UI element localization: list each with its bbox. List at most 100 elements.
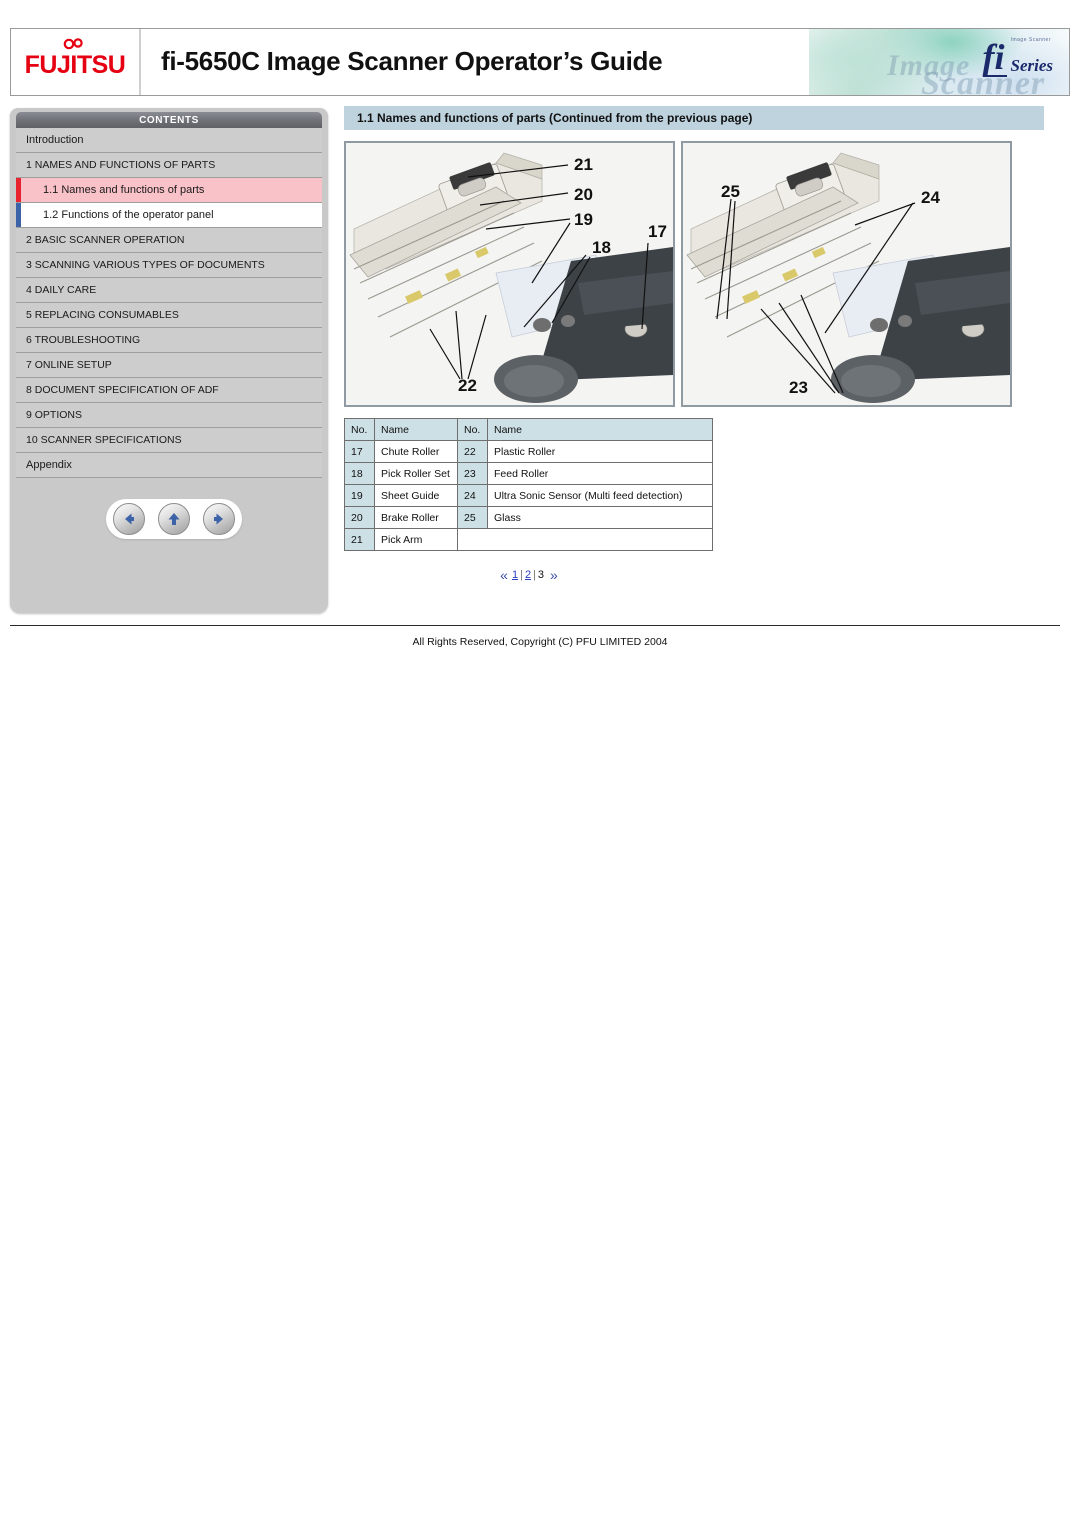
back-arrow-icon	[124, 513, 134, 525]
sidebar-item-label: 2 BASIC SCANNER OPERATION	[26, 234, 185, 246]
sidebar-item-label: 5 REPLACING CONSUMABLES	[26, 309, 179, 321]
sidebar-item-label: 6 TROUBLESHOOTING	[26, 334, 141, 346]
callout-20: 20	[574, 185, 593, 204]
last-page-button[interactable]: »	[550, 567, 558, 583]
contents-sidebar: CONTENTS Introduction 1 NAMES AND FUNCTIO…	[10, 108, 328, 613]
cell-name1: Brake Roller	[374, 506, 458, 529]
forward-button[interactable]	[203, 503, 236, 535]
col-header-name-1: Name	[374, 418, 458, 441]
figure-right: 25 24 23	[681, 141, 1012, 407]
callout-17: 17	[648, 222, 667, 241]
sidebar-item-13[interactable]: Appendix	[16, 453, 322, 478]
table-row: 19 Sheet Guide 24 Ultra Sonic Sensor (Multi…	[344, 484, 713, 507]
page-number-list: 1 | 2 | 3	[510, 569, 546, 581]
sidebar-item-label: 4 DAILY CARE	[26, 284, 97, 296]
callout-21: 21	[574, 155, 593, 174]
page-link-1[interactable]: 1	[510, 569, 520, 581]
cell-name1: Pick Roller Set	[374, 462, 458, 485]
callout-18: 18	[592, 238, 611, 257]
sidebar-item-label: Appendix	[26, 459, 72, 471]
cell-name2: Feed Roller	[487, 462, 713, 485]
fi-series-logo: fi Series	[982, 37, 1054, 77]
cell-no1: 21	[344, 528, 375, 551]
sidebar-item-label: Introduction	[26, 134, 84, 146]
cell-no1: 18	[344, 462, 375, 485]
page-link-2[interactable]: 2	[523, 569, 533, 581]
sidebar-item-6[interactable]: 4 DAILY CARE	[16, 278, 322, 303]
fujitsu-logo: FUJITSU	[25, 37, 126, 78]
forward-arrow-icon	[214, 513, 224, 525]
figure-left: 21 20 19 18 17 22	[344, 141, 675, 407]
sidebar-item-label: 10 SCANNER SPECIFICATIONS	[26, 434, 182, 446]
sidebar-item-4[interactable]: 2 BASIC SCANNER OPERATION	[16, 228, 322, 253]
first-page-button[interactable]: «	[500, 567, 508, 583]
sidebar-item-3[interactable]: 1.2 Functions of the operator panel	[16, 203, 322, 228]
cell-no2: 25	[457, 506, 488, 529]
cell-no1: 19	[344, 484, 375, 507]
sidebar-nav-buttons	[106, 499, 242, 539]
sidebar-item-label: 1.2 Functions of the operator panel	[43, 209, 214, 221]
sidebar-item-label: 8 DOCUMENT SPECIFICATION OF ADF	[26, 384, 219, 396]
callout-24: 24	[921, 188, 940, 207]
sidebar-item-1[interactable]: 1 NAMES AND FUNCTIONS OF PARTS	[16, 153, 322, 178]
contents-header: CONTENTS	[16, 112, 322, 128]
page-header: FUJITSU fi-5650C Image Scanner Operator’…	[10, 28, 1070, 96]
cell-name1: Chute Roller	[374, 440, 458, 463]
page-title-heading: fi-5650C Image Scanner Operator’s Guide	[161, 46, 663, 76]
cell-name1: Pick Arm	[374, 528, 458, 551]
section-title-bar: 1.1 Names and functions of parts (Contin…	[344, 106, 1044, 130]
cell-no2: 23	[457, 462, 488, 485]
sidebar-item-5[interactable]: 3 SCANNING VARIOUS TYPES OF DOCUMENTS	[16, 253, 322, 278]
callout-19: 19	[574, 210, 593, 229]
footer-copyright: All Rights Reserved, Copyright (C) PFU L…	[412, 636, 668, 648]
sidebar-item-11[interactable]: 9 OPTIONS	[16, 403, 322, 428]
table-row: 20 Brake Roller 25 Glass	[344, 506, 713, 529]
parts-table: No. Name No. Name 17 Chute Roller 22 Plasti…	[344, 418, 713, 551]
table-row: 18 Pick Roller Set 23 Feed Roller	[344, 462, 713, 485]
sidebar-item-label: 3 SCANNING VARIOUS TYPES OF DOCUMENTS	[26, 259, 265, 271]
cell-no1: 20	[344, 506, 375, 529]
scanner-photo-left	[346, 143, 673, 405]
main-content: 1.1 Names and functions of parts (Contin…	[344, 106, 1044, 583]
table-header-row: No. Name No. Name	[344, 418, 713, 441]
cell-name2: Ultra Sonic Sensor (Multi feed detection…	[487, 484, 713, 507]
callout-23: 23	[789, 378, 808, 397]
cell-no2	[457, 528, 713, 551]
back-button[interactable]	[112, 503, 145, 535]
fujitsu-logo-zone: FUJITSU	[11, 29, 141, 95]
page-current: 3	[537, 569, 545, 581]
col-header-no-2: No.	[457, 418, 488, 441]
cell-name1: Sheet Guide	[374, 484, 458, 507]
series-logo-text: Series	[1010, 56, 1054, 75]
fujitsu-infinity-icon	[63, 37, 83, 49]
sidebar-item-label: 1.1 Names and functions of parts	[43, 184, 205, 196]
cell-name2: Plastic Roller	[487, 440, 713, 463]
cell-no2: 22	[457, 440, 488, 463]
up-arrow-icon	[168, 513, 180, 525]
footer-divider	[10, 625, 1060, 626]
cell-no1: 17	[344, 440, 375, 463]
callout-25: 25	[721, 182, 740, 201]
cell-name2: Glass	[487, 506, 713, 529]
cell-no2: 24	[457, 484, 488, 507]
contents-nav-list: Introduction 1 NAMES AND FUNCTIONS OF PAR…	[16, 128, 322, 478]
sidebar-item-7[interactable]: 5 REPLACING CONSUMABLES	[16, 303, 322, 328]
sidebar-item-2[interactable]: 1.1 Names and functions of parts	[16, 178, 322, 203]
sidebar-item-0[interactable]: Introduction	[16, 128, 322, 153]
sidebar-item-8[interactable]: 6 TROUBLESHOOTING	[16, 328, 322, 353]
sidebar-item-label: 1 NAMES AND FUNCTIONS OF PARTS	[26, 159, 216, 171]
col-header-no-1: No.	[344, 418, 375, 441]
table-row: 17 Chute Roller 22 Plastic Roller	[344, 440, 713, 463]
sidebar-item-label: 7 ONLINE SETUP	[26, 359, 112, 371]
pagination: « 1 | 2 | 3 »	[344, 567, 712, 583]
sidebar-item-10[interactable]: 8 DOCUMENT SPECIFICATION OF ADF	[16, 378, 322, 403]
fi-series-banner: Image Scanner Image Scanner fi Series	[809, 29, 1069, 95]
up-button[interactable]	[157, 503, 190, 535]
sidebar-item-12[interactable]: 10 SCANNER SPECIFICATIONS	[16, 428, 322, 453]
table-row: 21 Pick Arm	[344, 528, 713, 551]
col-header-name-2: Name	[487, 418, 713, 441]
sidebar-item-9[interactable]: 7 ONLINE SETUP	[16, 353, 322, 378]
fi-logo-text: fi	[982, 37, 1007, 77]
sidebar-item-label: 9 OPTIONS	[26, 409, 83, 421]
callout-22: 22	[458, 376, 477, 395]
